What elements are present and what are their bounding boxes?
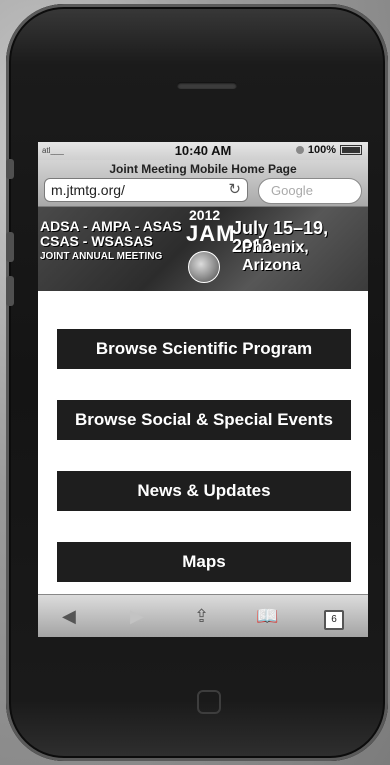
maps-button[interactable]: Maps <box>57 542 351 582</box>
search-input[interactable]: Google <box>258 178 362 204</box>
banner-orgs-line3: JOINT ANNUAL MEETING <box>40 251 163 262</box>
volume-up-button <box>6 232 14 262</box>
url-field[interactable]: m.jtmtg.org/ ↻ <box>44 178 248 202</box>
url-text: m.jtmtg.org/ <box>51 182 125 198</box>
banner-orgs-line1: ADSA - AMPA - ASAS <box>40 218 182 234</box>
browser-toolbar: ◀ ▶ ⇪ 📖 6 <box>38 594 368 637</box>
forward-icon[interactable]: ▶ <box>130 606 144 627</box>
tabs-count-icon: 6 <box>324 610 344 630</box>
share-icon[interactable]: ⇪ <box>194 606 209 627</box>
tabs-button[interactable]: 6 <box>324 606 344 630</box>
browse-scientific-program-button[interactable]: Browse Scientific Program <box>57 329 351 369</box>
banner-location: Phoenix, Arizona <box>242 239 309 274</box>
globe-icon <box>188 251 220 283</box>
volume-down-button <box>6 276 14 306</box>
rotation-lock-icon <box>295 146 304 154</box>
news-updates-button[interactable]: News & Updates <box>57 471 351 511</box>
phone-screen: atl___ 10:40 AM 100% Joint Meeting Mobil… <box>38 142 368 637</box>
back-icon[interactable]: ◀ <box>62 606 76 627</box>
search-placeholder: Google <box>271 183 313 198</box>
browse-social-events-button[interactable]: Browse Social & Special Events <box>57 400 351 440</box>
home-button[interactable] <box>197 690 221 714</box>
earpiece-speaker <box>177 82 237 89</box>
page-title: Joint Meeting Mobile Home Page <box>109 162 297 176</box>
reload-icon[interactable]: ↻ <box>228 180 241 198</box>
mute-switch <box>6 159 14 179</box>
battery-icon <box>340 145 362 155</box>
battery-percent: 100% <box>307 144 336 156</box>
banner-orgs-line2: CSAS - WSASAS <box>40 233 153 249</box>
status-bar: atl___ 10:40 AM 100% <box>38 142 368 160</box>
meeting-banner: ADSA - AMPA - ASAS CSAS - WSASAS JOINT A… <box>38 207 368 291</box>
browser-nav-bar: Joint Meeting Mobile Home Page m.jtmtg.o… <box>38 160 368 207</box>
banner-orgs: ADSA - AMPA - ASAS CSAS - WSASAS JOINT A… <box>40 219 182 264</box>
status-right: 100% <box>295 144 362 156</box>
bookmarks-icon[interactable]: 📖 <box>256 606 278 627</box>
banner-jam-logo: JAM <box>186 221 236 246</box>
